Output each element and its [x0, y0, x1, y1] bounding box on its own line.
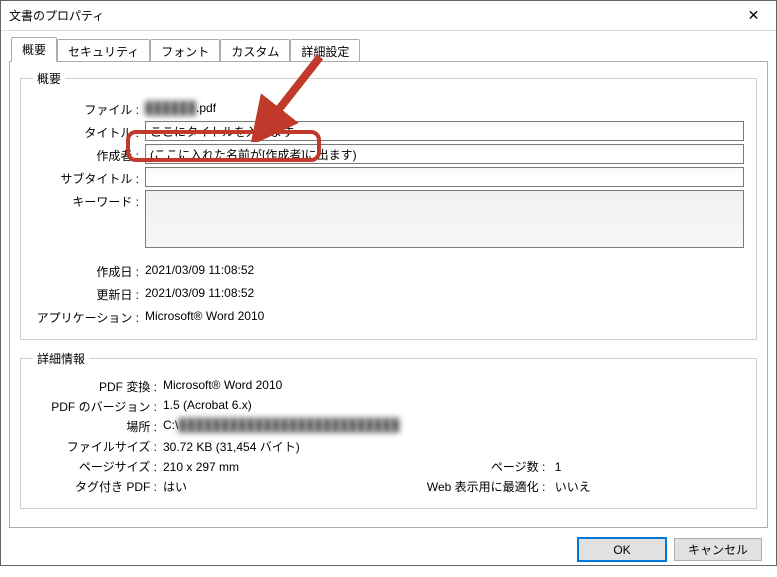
- ok-button[interactable]: OK: [578, 538, 666, 561]
- detail-legend: 詳細情報: [33, 350, 89, 367]
- close-button[interactable]: ✕: [731, 1, 776, 31]
- label-author: 作成者 :: [33, 144, 145, 164]
- detail-group: 詳細情報 PDF 変換 : Microsoft® Word 2010 PDF の…: [20, 350, 757, 509]
- label-pdf-version: PDF のバージョン :: [33, 398, 163, 415]
- title-input[interactable]: [145, 121, 744, 141]
- tab-custom[interactable]: カスタム: [220, 39, 290, 63]
- tab-strip: 概要 セキュリティ フォント カスタム 詳細設定: [9, 37, 768, 62]
- dialog-window: 文書のプロパティ ✕ 概要 セキュリティ フォント カスタム 詳細設定: [0, 0, 777, 566]
- label-location: 場所 :: [33, 418, 163, 435]
- label-pagecount: ページ数 :: [421, 458, 551, 475]
- author-input[interactable]: [145, 144, 744, 164]
- value-pdf-producer: Microsoft® Word 2010: [163, 378, 744, 395]
- button-bar: OK キャンセル: [9, 528, 768, 569]
- label-fastweb: Web 表示用に最適化 :: [421, 478, 551, 495]
- label-keywords: キーワード :: [33, 190, 145, 210]
- value-pagecount: 1: [555, 460, 562, 474]
- value-pagesize: 210 x 297 mm ページ数 : 1: [163, 458, 744, 475]
- titlebar: 文書のプロパティ ✕: [1, 1, 776, 31]
- subtitle-input[interactable]: [145, 167, 744, 187]
- value-tagged: はい Web 表示用に最適化 : いいえ: [163, 478, 744, 495]
- value-pdf-version: 1.5 (Acrobat 6.x): [163, 398, 744, 415]
- label-subtitle: サブタイトル :: [33, 167, 145, 187]
- label-modified: 更新日 :: [33, 283, 145, 303]
- close-icon: ✕: [748, 7, 760, 24]
- keywords-input[interactable]: [145, 190, 744, 248]
- window-title: 文書のプロパティ: [9, 7, 731, 24]
- value-fastweb: いいえ: [555, 480, 591, 494]
- content-area: 概要 セキュリティ フォント カスタム 詳細設定 概要: [1, 31, 776, 577]
- tab-fonts[interactable]: フォント: [150, 39, 220, 63]
- label-pdf-producer: PDF 変換 :: [33, 378, 163, 395]
- value-application: Microsoft® Word 2010: [145, 306, 744, 323]
- value-modified: 2021/03/09 11:08:52: [145, 283, 744, 300]
- value-file: ██████.pdf: [145, 98, 744, 115]
- label-filesize: ファイルサイズ :: [33, 438, 163, 455]
- tab-security[interactable]: セキュリティ: [57, 39, 150, 63]
- tab-summary[interactable]: 概要: [11, 37, 57, 62]
- label-pagesize: ページサイズ :: [33, 458, 163, 475]
- tab-panel: 概要 ファイル : ██████.pdf タイトル : 作成者 : サブタ: [9, 61, 768, 528]
- tab-advanced[interactable]: 詳細設定: [290, 39, 360, 63]
- label-title: タイトル :: [33, 121, 145, 141]
- label-file: ファイル :: [33, 98, 145, 118]
- value-location: C:\██████████████████████████: [163, 418, 744, 435]
- label-created: 作成日 :: [33, 260, 145, 280]
- label-application: アプリケーション :: [33, 306, 145, 326]
- summary-group: 概要 ファイル : ██████.pdf タイトル : 作成者 : サブタ: [20, 70, 757, 340]
- summary-legend: 概要: [33, 70, 65, 87]
- cancel-button[interactable]: キャンセル: [674, 538, 762, 561]
- label-tagged: タグ付き PDF :: [33, 478, 163, 495]
- value-created: 2021/03/09 11:08:52: [145, 260, 744, 277]
- value-filesize: 30.72 KB (31,454 バイト): [163, 438, 744, 455]
